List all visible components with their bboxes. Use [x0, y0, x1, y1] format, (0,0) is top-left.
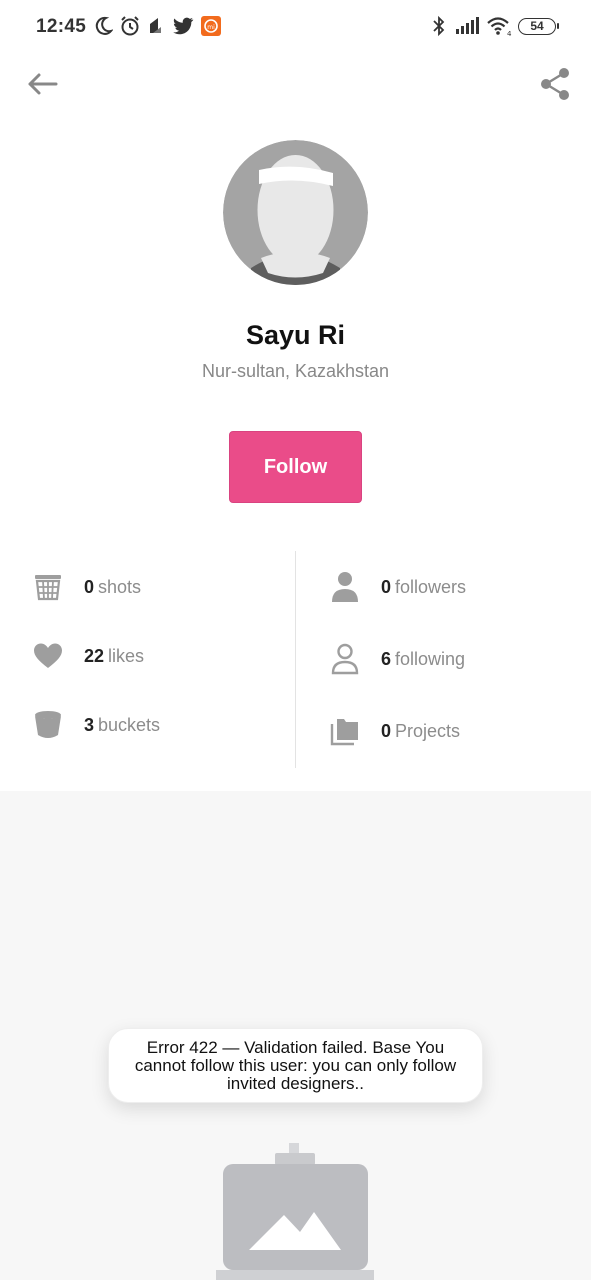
profile-name: Sayu Ri [245, 320, 346, 350]
stat-buckets[interactable]: 3 buckets [33, 710, 160, 740]
empty-image-placeholder-icon [214, 1140, 376, 1280]
follow-button[interactable]: Follow [229, 431, 362, 503]
signal-icon [455, 15, 479, 42]
stat-projects-text: 0 Projects [381, 720, 461, 741]
bluetooth-icon [431, 15, 447, 42]
share-icon [539, 67, 571, 106]
stat-projects[interactable]: 0 Projects [330, 716, 460, 746]
stat-followers[interactable]: 0 followers [330, 572, 466, 602]
folders-icon [330, 716, 360, 746]
bucket-icon [33, 710, 63, 740]
stat-shots-text: 0 shots [84, 576, 142, 597]
heart-icon [33, 641, 63, 671]
avatar [223, 140, 368, 285]
svg-text:4: 4 [507, 30, 512, 37]
stat-followers-text: 0 followers [381, 576, 467, 597]
arrow-left-icon [26, 72, 58, 101]
back-button[interactable] [24, 68, 60, 104]
profile-location: Nur-sultan, Kazakhstan [201, 361, 390, 381]
person-filled-icon [330, 572, 360, 602]
alarm-icon [119, 15, 141, 42]
person-outline-icon [330, 643, 360, 675]
status-bar: 12:45 mi 4 54 [0, 0, 591, 54]
stat-likes-text: 22 likes [84, 645, 145, 666]
twitter-icon [172, 15, 194, 42]
share-button[interactable] [537, 67, 573, 106]
stat-shots[interactable]: 0 shots [33, 572, 141, 602]
stat-likes[interactable]: 22 likes [33, 641, 144, 671]
stats-divider [295, 551, 296, 768]
error-toast-message: Error 422 — Validation failed. Base You … [134, 1037, 457, 1093]
moon-icon [93, 15, 114, 42]
stat-following[interactable]: 6 following [330, 643, 466, 675]
wifi-icon: 4 [486, 15, 512, 42]
notification-app-icon [147, 15, 165, 42]
mi-app-icon: mi [200, 15, 222, 42]
battery-icon: 54 [518, 18, 559, 35]
stat-buckets-text: 3 buckets [84, 714, 161, 735]
status-time: 12:45 [36, 16, 87, 37]
shots-basket-icon [33, 572, 63, 602]
stat-following-text: 6 following [381, 648, 466, 669]
error-toast: Error 422 — Validation failed. Base You … [108, 1028, 483, 1103]
svg-text:mi: mi [207, 24, 215, 31]
